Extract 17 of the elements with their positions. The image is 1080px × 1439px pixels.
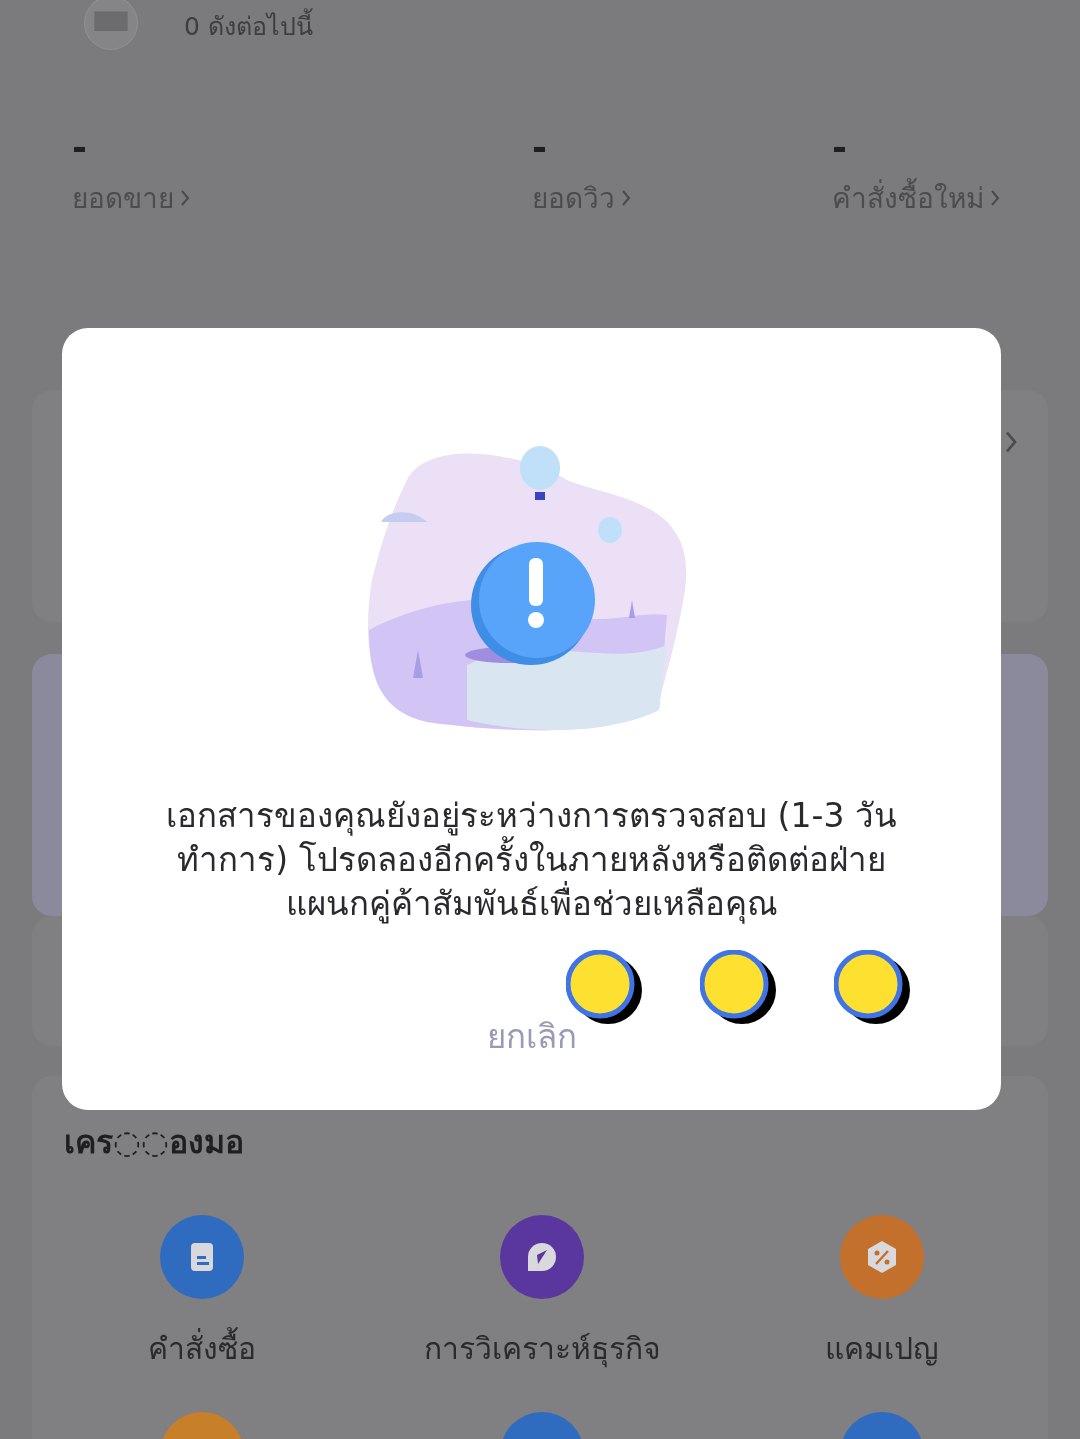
tool-label[interactable]: คำสั่งซื้อ: [148, 1325, 256, 1372]
tool-label[interactable]: แคมเปญ: [825, 1325, 939, 1372]
tool-icon[interactable]: [500, 1215, 584, 1299]
shop-subtitle: 0 ดังต่อไปนี้: [184, 6, 313, 54]
chevron-icon: [180, 189, 190, 207]
tool-label[interactable]: การวิเคราะห์ธุรกิจ: [423, 1325, 661, 1372]
tool-icon[interactable]: [160, 1215, 244, 1299]
chevron-icon: [1004, 430, 1018, 454]
tool-icon[interactable]: [840, 1215, 924, 1299]
cancel-button[interactable]: ยกเลิก: [486, 1010, 577, 1063]
chevron-icon: [621, 189, 631, 207]
dialog-message: เอกสารของคุณยังอยู่ระหว่างการตรวจสอบ (1-3 วันทำการ) โปรดลองอีกครั้งในภายหลังหรือติดต่อฝ่ายแผนกคู่ค้าสัมพันธ์เพื่อช่วยเหลือคุณ: [165, 795, 898, 926]
stat-value: -: [72, 128, 87, 168]
chevron-icon: [990, 189, 1000, 207]
section-title: เคร◌◌องมอ: [64, 1122, 245, 1163]
stat-value: -: [832, 128, 847, 168]
stat-value: -: [532, 128, 547, 168]
